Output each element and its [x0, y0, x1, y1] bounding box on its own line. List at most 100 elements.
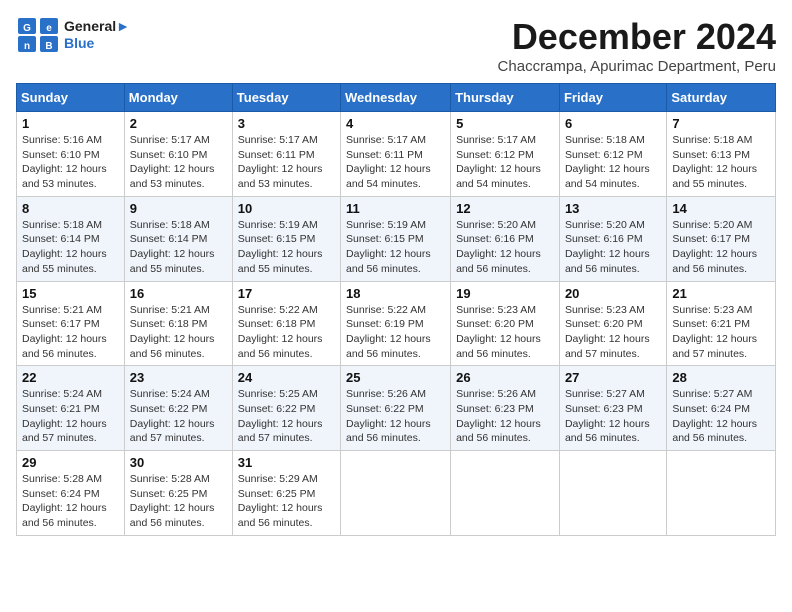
day-info: Sunrise: 5:23 AMSunset: 6:21 PMDaylight:…	[672, 303, 770, 362]
title-area: December 2024 Chaccrampa, Apurimac Depar…	[498, 16, 776, 75]
calendar-cell: 1Sunrise: 5:16 AMSunset: 6:10 PMDaylight…	[17, 112, 125, 197]
calendar-cell: 13 Sunrise: 5:20 AMSunset: 6:16 PMDayligh…	[559, 196, 666, 281]
calendar-cell: 8 Sunrise: 5:18 AMSunset: 6:14 PMDaylight…	[17, 196, 125, 281]
day-info: Sunrise: 5:22 AMSunset: 6:19 PMDaylight:…	[346, 303, 445, 362]
day-number: 11	[346, 201, 445, 216]
day-number: 4	[346, 116, 445, 131]
day-number: 31	[238, 455, 335, 470]
day-info: Sunrise: 5:19 AMSunset: 6:15 PMDaylight:…	[346, 218, 445, 277]
day-info: Sunrise: 5:17 AMSunset: 6:11 PMDaylight:…	[346, 133, 445, 192]
day-number: 24	[238, 370, 335, 385]
calendar-cell	[559, 451, 666, 536]
weekday-header-wednesday: Wednesday	[341, 84, 451, 112]
calendar-cell: 14Sunrise: 5:20 AMSunset: 6:17 PMDayligh…	[667, 196, 776, 281]
day-info: Sunrise: 5:24 AMSunset: 6:22 PMDaylight:…	[130, 387, 227, 446]
calendar-cell: 12 Sunrise: 5:20 AMSunset: 6:16 PMDayligh…	[451, 196, 560, 281]
svg-text:G: G	[23, 23, 31, 34]
calendar-cell: 7 Sunrise: 5:18 AMSunset: 6:13 PMDaylight…	[667, 112, 776, 197]
day-number: 21	[672, 286, 770, 301]
calendar-cell: 23 Sunrise: 5:24 AMSunset: 6:22 PMDayligh…	[124, 366, 232, 451]
day-info: Sunrise: 5:26 AMSunset: 6:22 PMDaylight:…	[346, 387, 445, 446]
day-info: Sunrise: 5:20 AMSunset: 6:16 PMDaylight:…	[565, 218, 661, 277]
calendar-cell: 25 Sunrise: 5:26 AMSunset: 6:22 PMDayligh…	[341, 366, 451, 451]
day-info: Sunrise: 5:17 AMSunset: 6:12 PMDaylight:…	[456, 133, 554, 192]
calendar-cell: 21 Sunrise: 5:23 AMSunset: 6:21 PMDayligh…	[667, 281, 776, 366]
calendar-cell: 31Sunrise: 5:29 AMSunset: 6:25 PMDayligh…	[232, 451, 340, 536]
day-number: 20	[565, 286, 661, 301]
day-number: 17	[238, 286, 335, 301]
weekday-header-sunday: Sunday	[17, 84, 125, 112]
week-row-4: 22Sunrise: 5:24 AMSunset: 6:21 PMDayligh…	[17, 366, 776, 451]
day-info: Sunrise: 5:23 AMSunset: 6:20 PMDaylight:…	[456, 303, 554, 362]
day-info: Sunrise: 5:23 AMSunset: 6:20 PMDaylight:…	[565, 303, 661, 362]
day-number: 30	[130, 455, 227, 470]
svg-text:e: e	[46, 23, 52, 34]
day-info: Sunrise: 5:20 AMSunset: 6:16 PMDaylight:…	[456, 218, 554, 277]
day-info: Sunrise: 5:18 AMSunset: 6:13 PMDaylight:…	[672, 133, 770, 192]
calendar-table: SundayMondayTuesdayWednesdayThursdayFrid…	[16, 83, 776, 536]
day-number: 22	[22, 370, 119, 385]
day-number: 13	[565, 201, 661, 216]
day-info: Sunrise: 5:25 AMSunset: 6:22 PMDaylight:…	[238, 387, 335, 446]
day-number: 26	[456, 370, 554, 385]
calendar-cell: 17 Sunrise: 5:22 AMSunset: 6:18 PMDayligh…	[232, 281, 340, 366]
calendar-cell: 3Sunrise: 5:17 AMSunset: 6:11 PMDaylight…	[232, 112, 340, 197]
day-number: 15	[22, 286, 119, 301]
day-info: Sunrise: 5:20 AMSunset: 6:17 PMDaylight:…	[672, 218, 770, 277]
calendar-cell: 9 Sunrise: 5:18 AMSunset: 6:14 PMDaylight…	[124, 196, 232, 281]
calendar-cell	[341, 451, 451, 536]
calendar-cell: 2 Sunrise: 5:17 AMSunset: 6:10 PMDaylight…	[124, 112, 232, 197]
weekday-header-saturday: Saturday	[667, 84, 776, 112]
day-info: Sunrise: 5:27 AMSunset: 6:24 PMDaylight:…	[672, 387, 770, 446]
day-info: Sunrise: 5:18 AMSunset: 6:14 PMDaylight:…	[130, 218, 227, 277]
calendar-cell: 6Sunrise: 5:18 AMSunset: 6:12 PMDaylight…	[559, 112, 666, 197]
subtitle: Chaccrampa, Apurimac Department, Peru	[498, 58, 776, 75]
day-number: 9	[130, 201, 227, 216]
day-info: Sunrise: 5:22 AMSunset: 6:18 PMDaylight:…	[238, 303, 335, 362]
weekday-header-friday: Friday	[559, 84, 666, 112]
week-row-3: 15Sunrise: 5:21 AMSunset: 6:17 PMDayligh…	[17, 281, 776, 366]
calendar-cell: 22Sunrise: 5:24 AMSunset: 6:21 PMDayligh…	[17, 366, 125, 451]
day-info: Sunrise: 5:18 AMSunset: 6:14 PMDaylight:…	[22, 218, 119, 277]
day-info: Sunrise: 5:28 AMSunset: 6:25 PMDaylight:…	[130, 472, 227, 531]
day-number: 28	[672, 370, 770, 385]
day-number: 5	[456, 116, 554, 131]
week-row-5: 29 Sunrise: 5:28 AMSunset: 6:24 PMDayligh…	[17, 451, 776, 536]
weekday-header-tuesday: Tuesday	[232, 84, 340, 112]
day-number: 27	[565, 370, 661, 385]
day-number: 7	[672, 116, 770, 131]
day-info: Sunrise: 5:19 AMSunset: 6:15 PMDaylight:…	[238, 218, 335, 277]
day-info: Sunrise: 5:17 AMSunset: 6:10 PMDaylight:…	[130, 133, 227, 192]
day-number: 12	[456, 201, 554, 216]
day-number: 2	[130, 116, 227, 131]
calendar-cell: 18 Sunrise: 5:22 AMSunset: 6:19 PMDayligh…	[341, 281, 451, 366]
day-info: Sunrise: 5:21 AMSunset: 6:18 PMDaylight:…	[130, 303, 227, 362]
calendar-cell: 10Sunrise: 5:19 AMSunset: 6:15 PMDayligh…	[232, 196, 340, 281]
day-info: Sunrise: 5:28 AMSunset: 6:24 PMDaylight:…	[22, 472, 119, 531]
day-number: 18	[346, 286, 445, 301]
calendar-cell: 20 Sunrise: 5:23 AMSunset: 6:20 PMDayligh…	[559, 281, 666, 366]
day-info: Sunrise: 5:26 AMSunset: 6:23 PMDaylight:…	[456, 387, 554, 446]
logo-icon: G e n B	[16, 16, 60, 54]
calendar-cell: 29 Sunrise: 5:28 AMSunset: 6:24 PMDayligh…	[17, 451, 125, 536]
day-number: 23	[130, 370, 227, 385]
day-number: 25	[346, 370, 445, 385]
calendar-cell: 16Sunrise: 5:21 AMSunset: 6:18 PMDayligh…	[124, 281, 232, 366]
day-number: 8	[22, 201, 119, 216]
calendar-cell: 11 Sunrise: 5:19 AMSunset: 6:15 PMDayligh…	[341, 196, 451, 281]
weekday-header-row: SundayMondayTuesdayWednesdayThursdayFrid…	[17, 84, 776, 112]
calendar-cell: 28 Sunrise: 5:27 AMSunset: 6:24 PMDayligh…	[667, 366, 776, 451]
calendar-cell: 19Sunrise: 5:23 AMSunset: 6:20 PMDayligh…	[451, 281, 560, 366]
day-info: Sunrise: 5:17 AMSunset: 6:11 PMDaylight:…	[238, 133, 335, 192]
month-title: December 2024	[498, 16, 776, 58]
day-info: Sunrise: 5:27 AMSunset: 6:23 PMDaylight:…	[565, 387, 661, 446]
week-row-2: 8 Sunrise: 5:18 AMSunset: 6:14 PMDaylight…	[17, 196, 776, 281]
calendar-cell	[451, 451, 560, 536]
page-container: G e n B General► Blue December 2024 Chac…	[16, 16, 776, 536]
header: G e n B General► Blue December 2024 Chac…	[16, 16, 776, 75]
day-info: Sunrise: 5:16 AMSunset: 6:10 PMDaylight:…	[22, 133, 119, 192]
logo: G e n B General► Blue	[16, 16, 130, 54]
calendar-body: 1Sunrise: 5:16 AMSunset: 6:10 PMDaylight…	[17, 112, 776, 536]
calendar-cell: 27 Sunrise: 5:27 AMSunset: 6:23 PMDayligh…	[559, 366, 666, 451]
day-number: 29	[22, 455, 119, 470]
